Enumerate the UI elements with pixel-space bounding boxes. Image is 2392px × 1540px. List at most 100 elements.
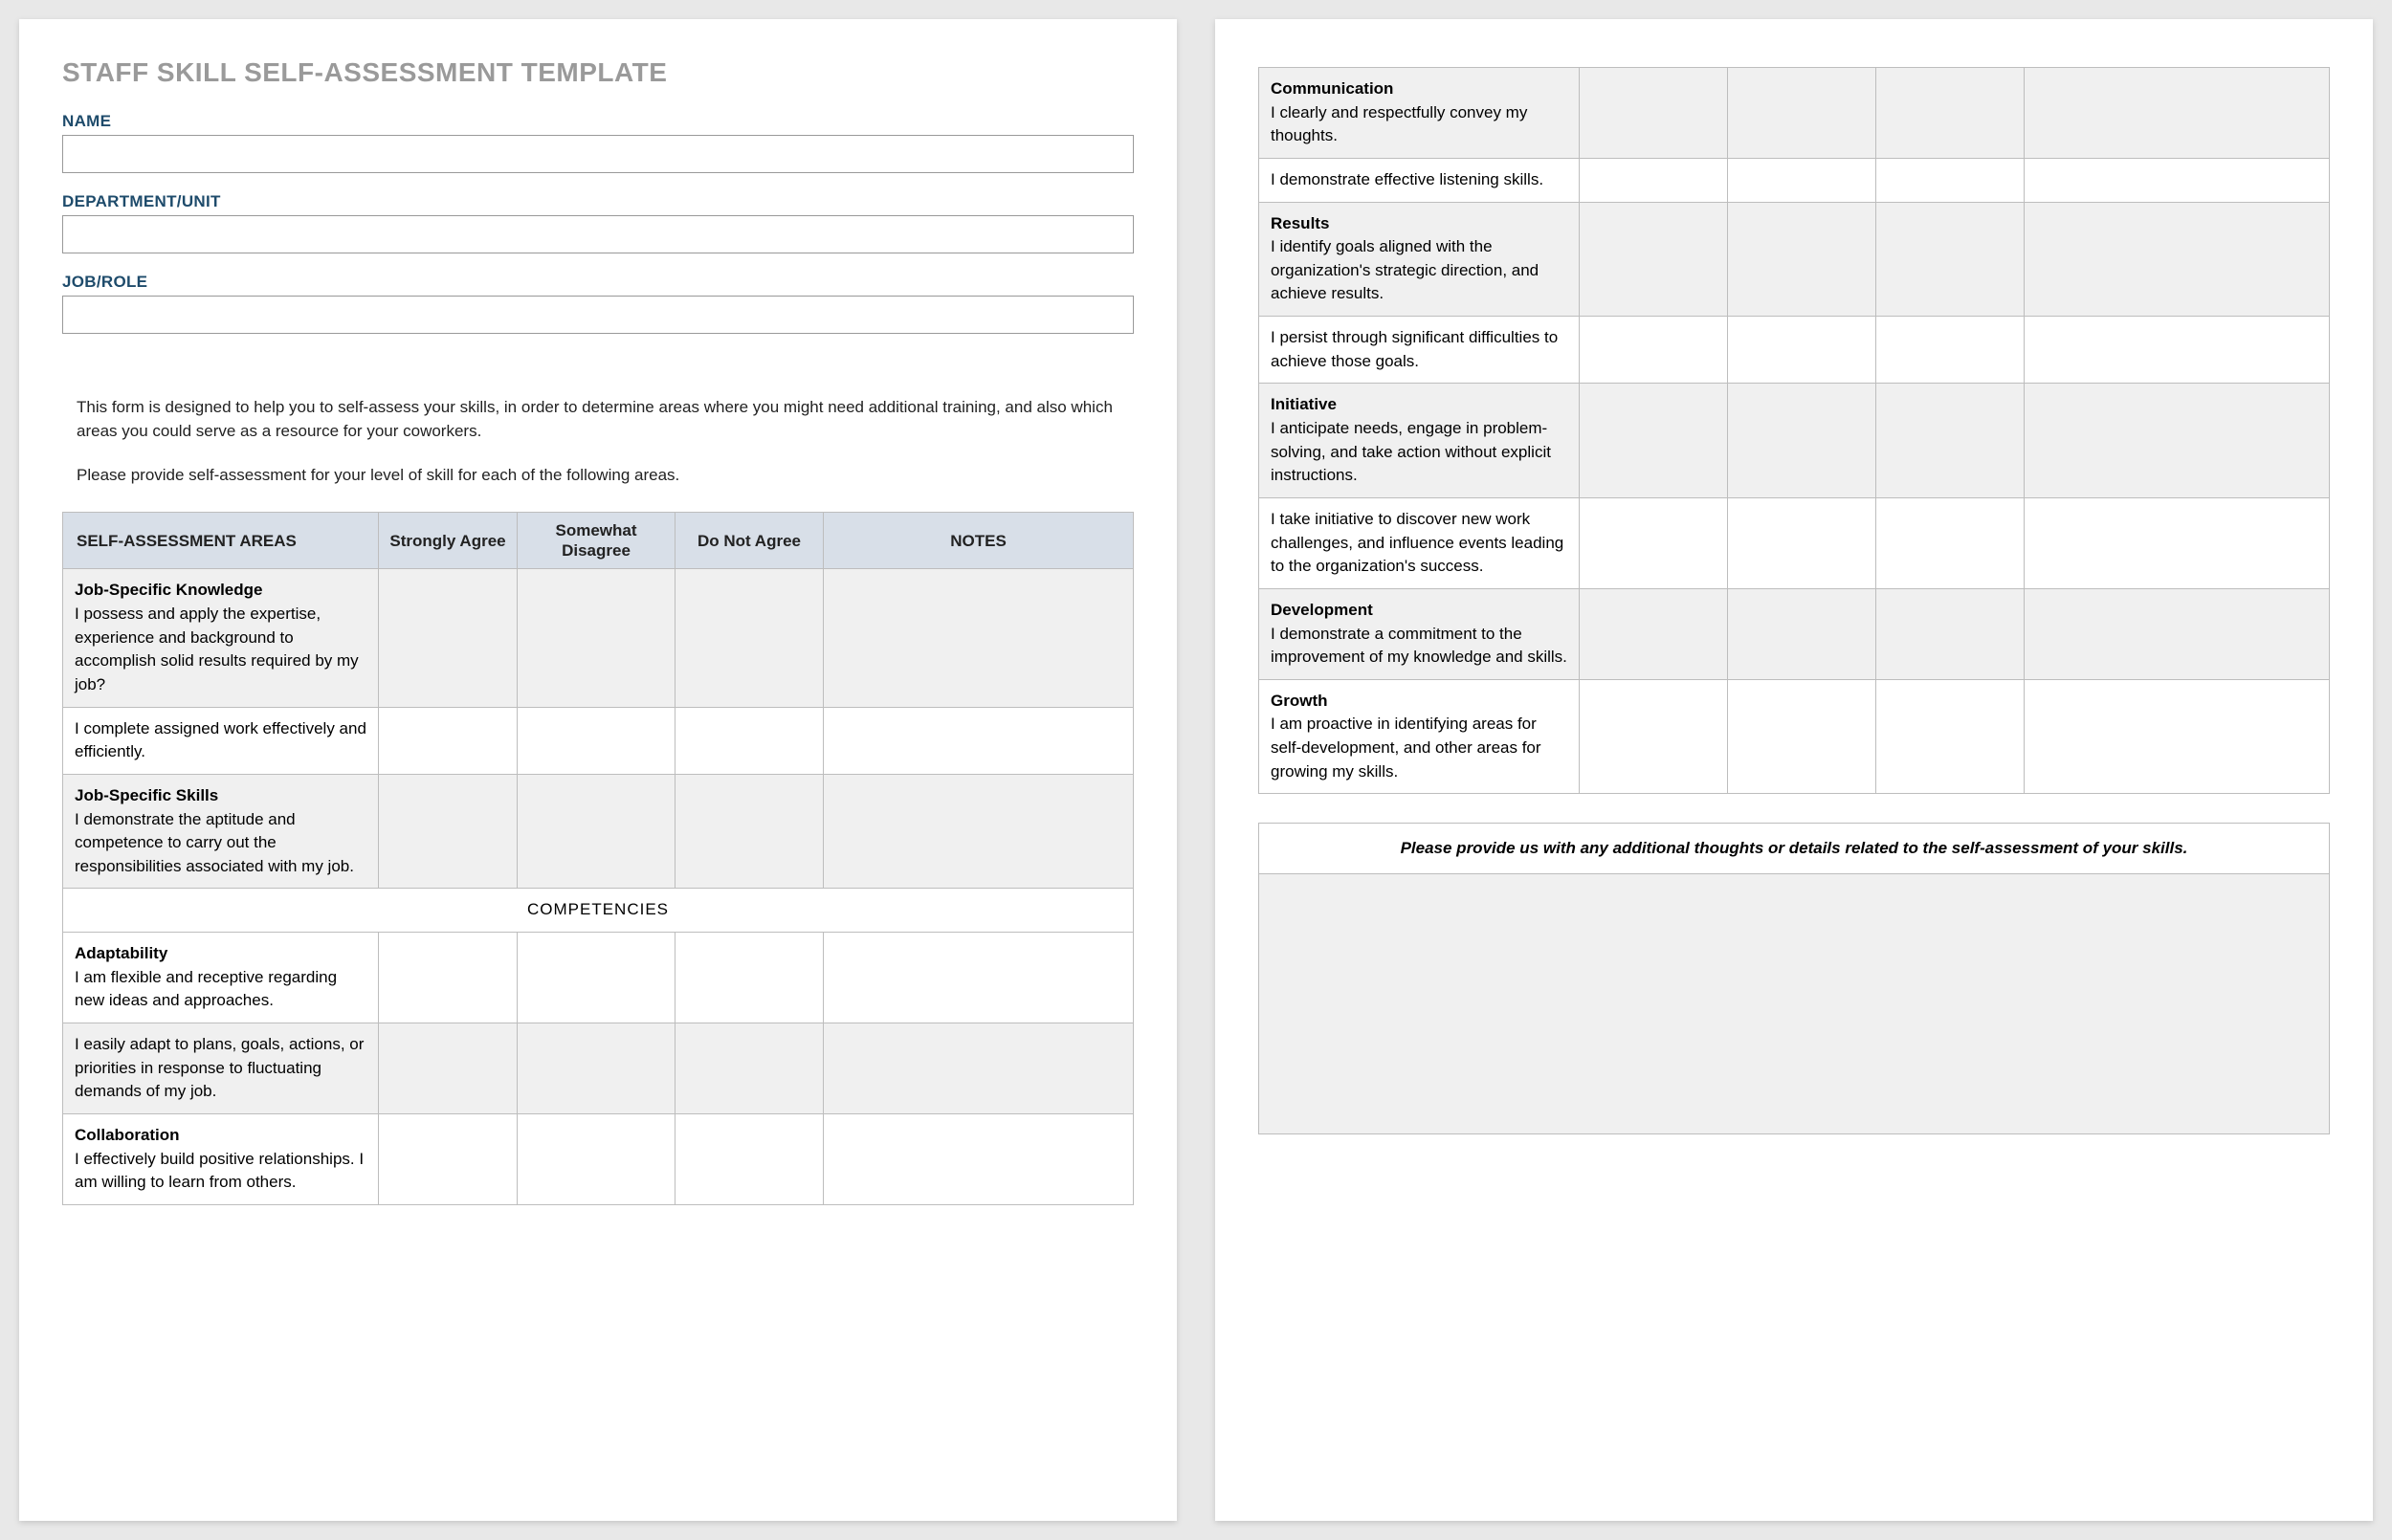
- notes-cell[interactable]: [824, 1023, 1134, 1114]
- row-description: Collaboration I effectively build positiv…: [63, 1113, 379, 1204]
- strongly-agree-cell[interactable]: [1580, 202, 1728, 317]
- notes-cell[interactable]: [2025, 497, 2330, 588]
- do-not-agree-cell[interactable]: [676, 1023, 824, 1114]
- row-description: I easily adapt to plans, goals, actions,…: [63, 1023, 379, 1114]
- table-row: Development I demonstrate a commitment to…: [1259, 588, 2330, 679]
- department-input[interactable]: [62, 215, 1134, 253]
- table-row: InitiativeI anticipate needs, engage in …: [1259, 384, 2330, 498]
- page-2: Communication I clearly and respectfully …: [1215, 19, 2373, 1521]
- table-row: GrowthI am proactive in identifying area…: [1259, 679, 2330, 794]
- somewhat-disagree-cell[interactable]: [1728, 317, 1876, 384]
- strongly-agree-cell[interactable]: [379, 774, 518, 889]
- notes-cell[interactable]: [2025, 679, 2330, 794]
- row-heading: Collaboration: [75, 1126, 180, 1144]
- notes-cell[interactable]: [2025, 384, 2330, 498]
- somewhat-disagree-cell[interactable]: [1728, 202, 1876, 317]
- do-not-agree-cell[interactable]: [1876, 317, 2025, 384]
- row-description: Job-Specific KnowledgeI possess and appl…: [63, 569, 379, 707]
- additional-thoughts-textarea[interactable]: [1267, 882, 2321, 1121]
- page-title: STAFF SKILL SELF-ASSESSMENT TEMPLATE: [62, 57, 1134, 88]
- do-not-agree-cell[interactable]: [1876, 588, 2025, 679]
- notes-cell[interactable]: [2025, 202, 2330, 317]
- somewhat-disagree-cell[interactable]: [1728, 384, 1876, 498]
- row-text: I take initiative to discover new work c…: [1271, 510, 1563, 575]
- intro-paragraph-1: This form is designed to help you to sel…: [77, 396, 1115, 443]
- notes-cell[interactable]: [824, 933, 1134, 1023]
- do-not-agree-cell[interactable]: [1876, 384, 2025, 498]
- notes-cell[interactable]: [824, 569, 1134, 707]
- strongly-agree-cell[interactable]: [1580, 317, 1728, 384]
- row-text: I effectively build positive relationshi…: [75, 1150, 364, 1192]
- table-row: Job-Specific KnowledgeI possess and appl…: [63, 569, 1134, 707]
- notes-cell[interactable]: [2025, 158, 2330, 202]
- strongly-agree-cell[interactable]: [1580, 588, 1728, 679]
- somewhat-disagree-cell[interactable]: [518, 1023, 676, 1114]
- row-description: I demonstrate effective listening skills…: [1259, 158, 1580, 202]
- do-not-agree-cell[interactable]: [1876, 679, 2025, 794]
- row-description: AdaptabilityI am flexible and receptive …: [63, 933, 379, 1023]
- table-row: Collaboration I effectively build positiv…: [63, 1113, 1134, 1204]
- row-text: I anticipate needs, engage in problem-so…: [1271, 419, 1551, 484]
- row-text: I am proactive in identifying areas for …: [1271, 715, 1541, 780]
- row-text: I demonstrate a commitment to the improv…: [1271, 625, 1567, 667]
- table-row: Communication I clearly and respectfully …: [1259, 68, 2330, 159]
- notes-cell[interactable]: [824, 774, 1134, 889]
- do-not-agree-cell[interactable]: [1876, 158, 2025, 202]
- notes-cell[interactable]: [2025, 68, 2330, 159]
- role-input[interactable]: [62, 296, 1134, 334]
- page-1: STAFF SKILL SELF-ASSESSMENT TEMPLATE NAM…: [19, 19, 1177, 1521]
- do-not-agree-cell[interactable]: [676, 774, 824, 889]
- do-not-agree-cell[interactable]: [676, 933, 824, 1023]
- table-header-row: SELF-ASSESSMENT AREAS Strongly Agree Som…: [63, 512, 1134, 569]
- do-not-agree-cell[interactable]: [676, 707, 824, 774]
- assessment-table-page2: Communication I clearly and respectfully …: [1258, 67, 2330, 794]
- somewhat-disagree-cell[interactable]: [1728, 588, 1876, 679]
- table-row: I demonstrate effective listening skills…: [1259, 158, 2330, 202]
- row-description: InitiativeI anticipate needs, engage in …: [1259, 384, 1580, 498]
- somewhat-disagree-cell[interactable]: [518, 774, 676, 889]
- table-row: I take initiative to discover new work c…: [1259, 497, 2330, 588]
- strongly-agree-cell[interactable]: [1580, 497, 1728, 588]
- somewhat-disagree-cell[interactable]: [1728, 679, 1876, 794]
- strongly-agree-cell[interactable]: [379, 707, 518, 774]
- notes-cell[interactable]: [2025, 588, 2330, 679]
- strongly-agree-cell[interactable]: [1580, 158, 1728, 202]
- somewhat-disagree-cell[interactable]: [518, 707, 676, 774]
- row-heading: Development: [1271, 601, 1373, 619]
- col-header-do-not-agree: Do Not Agree: [676, 512, 824, 569]
- somewhat-disagree-cell[interactable]: [1728, 497, 1876, 588]
- notes-cell[interactable]: [824, 707, 1134, 774]
- somewhat-disagree-cell[interactable]: [518, 933, 676, 1023]
- strongly-agree-cell[interactable]: [379, 1113, 518, 1204]
- col-header-areas: SELF-ASSESSMENT AREAS: [63, 512, 379, 569]
- notes-cell[interactable]: [2025, 317, 2330, 384]
- strongly-agree-cell[interactable]: [379, 933, 518, 1023]
- row-text: I easily adapt to plans, goals, actions,…: [75, 1035, 364, 1100]
- somewhat-disagree-cell[interactable]: [1728, 158, 1876, 202]
- additional-thoughts-prompt: Please provide us with any additional th…: [1259, 824, 2329, 874]
- do-not-agree-cell[interactable]: [1876, 202, 2025, 317]
- strongly-agree-cell[interactable]: [379, 1023, 518, 1114]
- name-input[interactable]: [62, 135, 1134, 173]
- do-not-agree-cell[interactable]: [1876, 497, 2025, 588]
- notes-cell[interactable]: [824, 1113, 1134, 1204]
- do-not-agree-cell[interactable]: [676, 1113, 824, 1204]
- role-label: JOB/ROLE: [62, 273, 1134, 292]
- row-heading: Communication: [1271, 79, 1393, 98]
- somewhat-disagree-cell[interactable]: [518, 1113, 676, 1204]
- row-description: I take initiative to discover new work c…: [1259, 497, 1580, 588]
- row-text: I clearly and respectfully convey my tho…: [1271, 103, 1527, 145]
- row-text: I persist through significant difficulti…: [1271, 328, 1558, 370]
- strongly-agree-cell[interactable]: [1580, 679, 1728, 794]
- do-not-agree-cell[interactable]: [676, 569, 824, 707]
- col-header-strongly-agree: Strongly Agree: [379, 512, 518, 569]
- row-heading: Job-Specific Knowledge: [75, 581, 262, 599]
- somewhat-disagree-cell[interactable]: [518, 569, 676, 707]
- strongly-agree-cell[interactable]: [1580, 68, 1728, 159]
- department-label: DEPARTMENT/UNIT: [62, 192, 1134, 211]
- somewhat-disagree-cell[interactable]: [1728, 68, 1876, 159]
- do-not-agree-cell[interactable]: [1876, 68, 2025, 159]
- strongly-agree-cell[interactable]: [379, 569, 518, 707]
- competencies-section-row: COMPETENCIES: [63, 889, 1134, 933]
- strongly-agree-cell[interactable]: [1580, 384, 1728, 498]
